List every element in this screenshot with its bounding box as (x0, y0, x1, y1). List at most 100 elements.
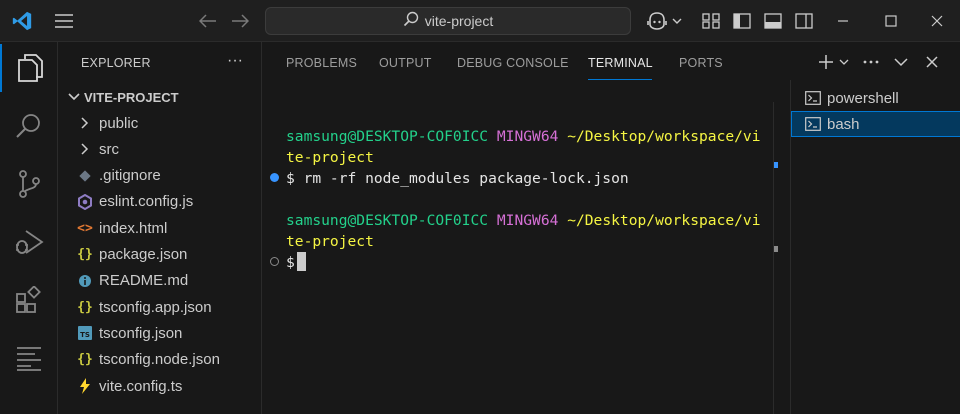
customize-layout-icon[interactable] (700, 10, 722, 32)
scrollbar-marker (774, 162, 778, 168)
command-success-decoration[interactable] (270, 173, 279, 182)
terminal-icon (805, 117, 821, 131)
command-line: $ rm -rf node_modules package-lock.json (286, 170, 629, 187)
terminal-session-label: powershell (827, 89, 899, 107)
terminal-scrollbar[interactable] (773, 102, 778, 414)
prompt-user: samsung@DESKTOP-COF0ICC (286, 128, 489, 145)
tree-item-label: .gitignore (99, 167, 161, 185)
prompt-symbol: $ (286, 254, 295, 271)
back-arrow-icon[interactable] (196, 10, 220, 32)
tree-item-label: src (99, 140, 119, 158)
menu-icon[interactable] (52, 10, 76, 32)
tree-item-label: tsconfig.app.json (99, 298, 212, 316)
prompt-path: ~/Desktop/workspace/vi (567, 128, 761, 145)
outline-view-icon[interactable] (0, 334, 58, 382)
terminal-cursor (296, 252, 306, 271)
chevron-down-icon[interactable] (837, 51, 851, 73)
scrollbar-marker (774, 246, 778, 252)
tab-debug-console[interactable]: DEBUG CONSOLE (457, 56, 569, 70)
bottom-panel: PROBLEMS OUTPUT DEBUG CONSOLE TERMINAL P… (262, 42, 960, 414)
folder-item[interactable]: public (58, 110, 262, 136)
chevron-right-icon (77, 115, 93, 131)
prompt-user: samsung@DESKTOP-COF0ICC (286, 212, 489, 229)
tree-item-label: public (99, 114, 139, 132)
terminal-output[interactable]: samsung@DESKTOP-COF0ICC MINGW64 ~/Deskto… (262, 102, 782, 414)
file-item[interactable]: {} package.json (58, 242, 262, 268)
extensions-icon[interactable] (0, 276, 58, 324)
more-icon[interactable] (860, 51, 882, 73)
tree-item-label: tsconfig.json (99, 324, 183, 342)
file-item[interactable]: {} tsconfig.app.json (58, 294, 262, 320)
explorer-more-button[interactable]: ··· (224, 52, 246, 72)
source-control-icon[interactable] (0, 160, 58, 208)
toggle-panel-icon[interactable] (762, 10, 784, 32)
terminal-tabs-list: powershell bash (790, 80, 960, 414)
search-view-icon[interactable] (0, 102, 58, 150)
file-item[interactable]: vite.config.ts (58, 373, 262, 399)
terminal-session-powershell[interactable]: powershell (791, 85, 960, 111)
chevron-right-icon (77, 141, 93, 157)
explorer-icon[interactable] (0, 44, 58, 92)
tab-output[interactable]: OUTPUT (379, 56, 432, 70)
activity-bar (0, 42, 58, 414)
json-icon: {} (77, 299, 93, 315)
file-item[interactable]: .gitignore (58, 163, 262, 189)
forward-arrow-icon[interactable] (228, 10, 252, 32)
file-item[interactable]: <> index.html (58, 215, 262, 241)
html-icon: <> (77, 220, 93, 236)
explorer-title: EXPLORER (81, 56, 151, 70)
info-icon (77, 273, 93, 289)
active-tab-indicator (588, 79, 652, 80)
prompt-env: MINGW64 (496, 128, 559, 145)
terminal-session-label: bash (827, 115, 860, 133)
terminal-icon (805, 91, 821, 105)
prompt-path: ~/Desktop/workspace/vi (567, 212, 761, 229)
svg-text:TS: TS (80, 331, 90, 339)
toggle-primary-sidebar-icon[interactable] (731, 10, 753, 32)
typescript-icon: TS (77, 325, 93, 341)
close-window-icon[interactable] (922, 10, 952, 32)
run-debug-icon[interactable] (0, 218, 58, 266)
tab-ports[interactable]: PORTS (679, 56, 723, 70)
vscode-logo-icon[interactable] (10, 9, 34, 33)
tree-item-label: eslint.config.js (99, 193, 194, 211)
file-item[interactable]: eslint.config.js (58, 189, 262, 215)
search-icon (403, 11, 419, 32)
tree-item-label: vite.config.ts (99, 377, 183, 395)
vite-icon (77, 378, 93, 394)
add-terminal-icon[interactable] (816, 51, 836, 73)
tree-item-label: tsconfig.node.json (99, 351, 220, 369)
project-root-folder[interactable]: VITE-PROJECT (58, 86, 262, 108)
search-text: vite-project (424, 13, 494, 29)
json-icon: {} (77, 247, 93, 262)
terminal-line: samsung@DESKTOP-COF0ICC MINGW64 ~/Deskto… (286, 126, 761, 147)
chevron-down-icon[interactable] (890, 51, 912, 73)
command-center-search[interactable]: vite-project (265, 7, 631, 35)
tree-item-label: README.md (99, 272, 189, 290)
command-pending-decoration[interactable] (270, 257, 279, 266)
close-icon[interactable] (921, 51, 943, 73)
project-root-label: VITE-PROJECT (84, 89, 179, 105)
input-line: $ (286, 252, 306, 273)
folder-item[interactable]: src (58, 136, 262, 162)
toggle-secondary-sidebar-icon[interactable] (793, 10, 815, 32)
tab-problems[interactable]: PROBLEMS (286, 56, 357, 70)
tree-item-label: package.json (99, 246, 188, 263)
maximize-icon[interactable] (876, 10, 906, 32)
tab-terminal[interactable]: TERMINAL (588, 56, 653, 70)
terminal-line: samsung@DESKTOP-COF0ICC MINGW64 ~/Deskto… (286, 210, 761, 231)
prompt-path-wrap: te-project (286, 233, 374, 250)
file-item[interactable]: {} tsconfig.node.json (58, 347, 262, 373)
file-item[interactable]: TS tsconfig.json (58, 320, 262, 346)
copilot-icon[interactable] (645, 9, 685, 33)
git-diamond-icon (77, 168, 93, 184)
json-icon: {} (77, 352, 93, 368)
prompt-path-wrap: te-project (286, 149, 374, 166)
tree-item-label: index.html (99, 219, 168, 237)
file-item[interactable]: README.md (58, 268, 262, 294)
prompt-env: MINGW64 (496, 212, 559, 229)
eslint-icon (77, 193, 93, 210)
explorer-sidebar: EXPLORER ··· VITE-PROJECT public src .giti… (58, 42, 262, 414)
minimize-icon[interactable] (828, 10, 858, 32)
terminal-session-bash[interactable]: bash (791, 111, 960, 137)
